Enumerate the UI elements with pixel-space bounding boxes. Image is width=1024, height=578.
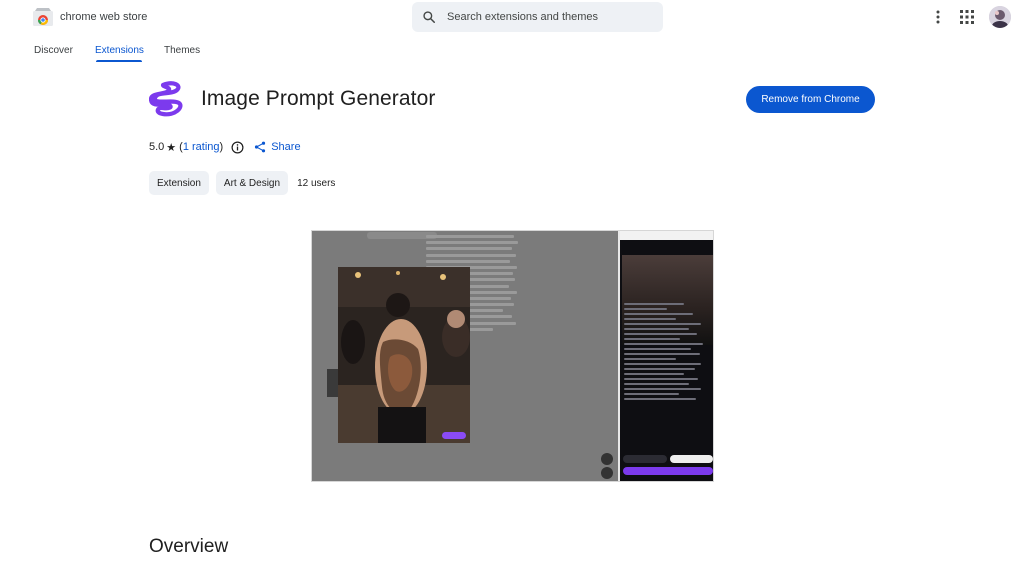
tab-themes[interactable]: Themes	[164, 45, 200, 56]
apps-grid-icon[interactable]	[960, 10, 974, 24]
preview-panel-cta	[623, 467, 713, 475]
chrome-web-store-logo	[33, 8, 53, 26]
search-input[interactable]: Search extensions and themes	[447, 11, 598, 23]
extension-logo	[149, 81, 183, 117]
screenshot-preview[interactable]	[311, 230, 714, 482]
nav-tabs: Discover Extensions Themes	[0, 40, 1024, 64]
brand-text: chrome web store	[60, 11, 148, 23]
store-brand[interactable]: chrome web store	[33, 8, 147, 26]
preview-panel-buttons	[623, 455, 713, 463]
avatar-image	[989, 6, 1011, 28]
rating-close-paren: )	[219, 141, 224, 153]
chip-extension[interactable]: Extension	[149, 171, 209, 195]
extension-title: Image Prompt Generator	[201, 87, 436, 110]
tab-discover[interactable]: Discover	[34, 45, 73, 56]
remove-from-chrome-button[interactable]: Remove from Chrome	[746, 86, 875, 113]
rating-row: 5.0 ★ ( 1 rating ) Share	[149, 139, 301, 155]
search-box[interactable]: Search extensions and themes	[412, 2, 663, 32]
overview-heading: Overview	[149, 536, 229, 557]
share-label: Share	[271, 141, 301, 153]
share-button[interactable]: Share	[254, 141, 301, 153]
preview-photo	[338, 267, 470, 443]
share-icon	[255, 141, 266, 153]
preview-circle-button	[601, 467, 613, 479]
star-icon: ★	[166, 141, 177, 154]
preview-code-block	[624, 303, 710, 403]
ratings-link[interactable]: 1 rating	[183, 141, 220, 153]
more-vert-icon[interactable]	[932, 10, 944, 24]
preview-circle-button	[601, 453, 613, 465]
top-bar: chrome web store Search extensions and t…	[0, 0, 1024, 36]
chip-art-design[interactable]: Art & Design	[215, 171, 289, 195]
search-icon	[423, 11, 436, 24]
rating-value: 5.0	[149, 141, 165, 153]
avatar[interactable]	[989, 6, 1011, 28]
info-icon[interactable]	[231, 141, 244, 154]
active-tab-indicator	[96, 60, 142, 62]
tab-extensions[interactable]: Extensions	[95, 45, 144, 56]
preview-side-panel	[618, 231, 713, 481]
user-count: 12 users	[297, 177, 336, 189]
category-chips: Extension Art & Design 12 users	[149, 171, 335, 195]
preview-generate-button	[442, 432, 466, 439]
